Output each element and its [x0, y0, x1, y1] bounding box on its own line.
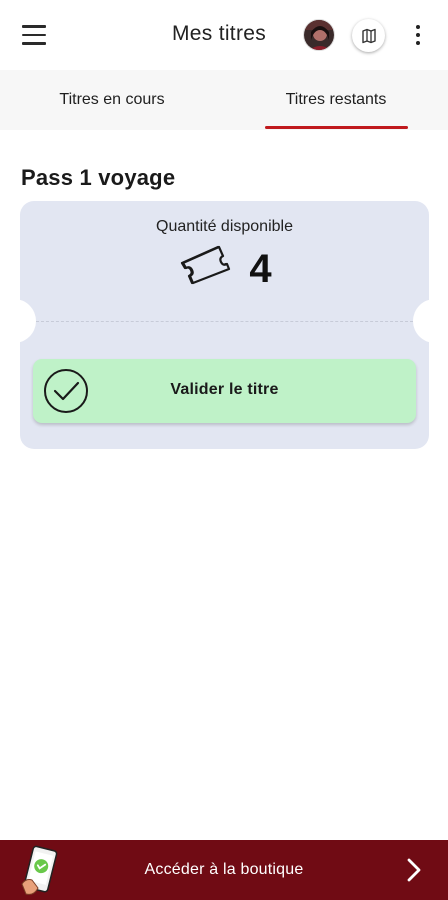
- quantity-value: 4: [249, 246, 272, 291]
- ticket-notch-left: [14, 299, 36, 343]
- ticket-perforation: [36, 321, 413, 322]
- hamburger-menu-icon[interactable]: [16, 20, 54, 50]
- tab-titres-restants[interactable]: Titres restants: [224, 70, 448, 130]
- top-app-bar: Mes titres: [0, 0, 448, 70]
- chevron-right-icon: [402, 857, 426, 883]
- ticket-icon: [177, 243, 235, 294]
- quantity-label: Quantité disponible: [156, 218, 293, 235]
- app-screen: Mes titres Titres en cours Titres restan…: [0, 0, 448, 900]
- shop-label: Accéder à la boutique: [144, 861, 304, 878]
- validate-ticket-label: Valider le titre: [170, 381, 279, 398]
- validate-ticket-button[interactable]: Valider le titre: [33, 359, 416, 423]
- map-icon[interactable]: [352, 19, 385, 52]
- quantity-row: 4: [20, 243, 429, 294]
- section-title: Pass 1 voyage: [21, 165, 176, 190]
- avatar[interactable]: [303, 19, 335, 51]
- ticket-card: Quantité disponible 4 Valider le titre: [14, 201, 435, 449]
- shop-button[interactable]: Accéder à la boutique: [0, 840, 448, 900]
- ticket-notch-right: [413, 299, 435, 343]
- tab-bar: Titres en cours Titres restants: [0, 70, 448, 130]
- tab-titres-en-cours[interactable]: Titres en cours: [0, 70, 224, 130]
- vertical-dots-icon[interactable]: [406, 23, 430, 47]
- page-title: Mes titres: [172, 22, 267, 45]
